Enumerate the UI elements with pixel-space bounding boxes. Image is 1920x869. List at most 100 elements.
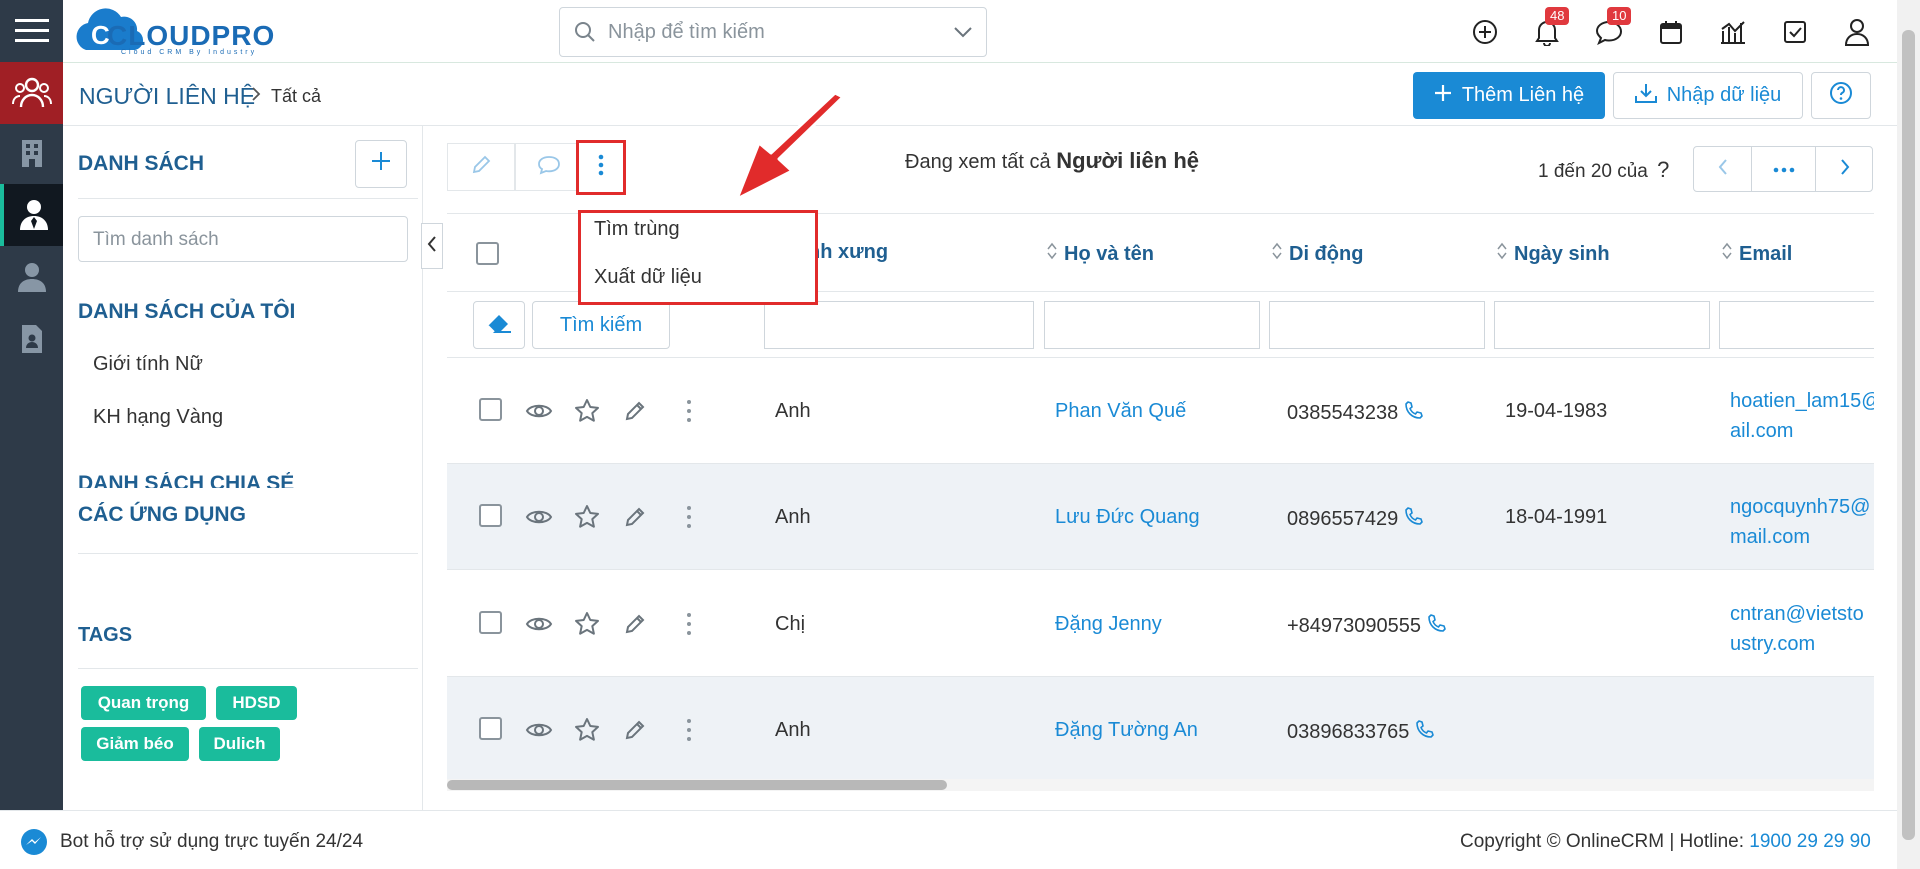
comment-toolbar-button[interactable] bbox=[515, 143, 583, 191]
menu-item-export-data[interactable]: Xuất dữ liệu bbox=[594, 266, 702, 289]
search-filter-button[interactable]: Tìm kiếm bbox=[532, 301, 670, 349]
star-icon[interactable] bbox=[574, 611, 600, 642]
cloudpro-logo[interactable]: C CLOUDPRO Cloud CRM By Industry bbox=[71, 6, 311, 56]
contact-person-icon[interactable] bbox=[0, 184, 63, 246]
eye-icon[interactable] bbox=[525, 507, 553, 532]
filter-name-input[interactable] bbox=[1044, 301, 1260, 349]
phone-icon[interactable] bbox=[1427, 613, 1447, 639]
table-row[interactable]: Anh Phan Văn Quế 0385543238 19-04-1983 hoati… bbox=[447, 358, 1874, 464]
my-list-item[interactable]: KH hạng Vàng bbox=[93, 406, 223, 429]
cell-name-link[interactable]: Đặng Jenny bbox=[1055, 613, 1162, 636]
eye-icon[interactable] bbox=[525, 614, 553, 639]
column-header-salutation[interactable]: nh xưng bbox=[808, 241, 888, 264]
user-icon[interactable] bbox=[0, 246, 63, 308]
cell-email-link[interactable]: ngocquynh75@ mail.com bbox=[1730, 492, 1874, 552]
pencil-icon[interactable] bbox=[623, 718, 647, 747]
pagination-text: 1 đến 20 của bbox=[1538, 161, 1648, 182]
bot-support-text[interactable]: Bot hỗ trợ sử dụng trực tuyến 24/24 bbox=[60, 831, 363, 853]
tag-chip[interactable]: Quan trọng bbox=[81, 686, 206, 720]
global-search-input[interactable]: Nhập để tìm kiếm bbox=[559, 7, 987, 57]
star-icon[interactable] bbox=[574, 504, 600, 535]
table-row[interactable]: Anh Đặng Tường An 03896833765 bbox=[447, 677, 1874, 783]
add-circle-icon[interactable] bbox=[1469, 16, 1501, 48]
phone-icon[interactable] bbox=[1404, 400, 1424, 426]
column-header-name[interactable]: Họ và tên bbox=[1046, 241, 1154, 267]
building-icon[interactable] bbox=[0, 122, 63, 184]
pencil-icon[interactable] bbox=[623, 612, 647, 641]
user-profile-icon[interactable] bbox=[1841, 16, 1873, 48]
clear-filter-button[interactable] bbox=[473, 301, 525, 349]
messenger-icon[interactable] bbox=[20, 828, 48, 862]
chat-icon[interactable]: 10 bbox=[1593, 7, 1632, 48]
collapse-sidebar-button[interactable] bbox=[421, 223, 443, 269]
help-button[interactable] bbox=[1811, 72, 1871, 119]
column-header-mobile[interactable]: Di động bbox=[1271, 241, 1363, 267]
my-list-item[interactable]: Giới tính Nữ bbox=[93, 353, 203, 376]
next-page-button[interactable] bbox=[1816, 147, 1874, 191]
cell-name-link[interactable]: Đặng Tường An bbox=[1055, 719, 1198, 742]
star-icon[interactable] bbox=[574, 717, 600, 748]
eye-icon[interactable] bbox=[525, 401, 553, 426]
hotline-link[interactable]: 1900 29 29 90 bbox=[1749, 831, 1871, 852]
column-header-birthday[interactable]: Ngày sinh bbox=[1496, 241, 1610, 267]
bell-icon[interactable]: 48 bbox=[1531, 7, 1570, 48]
star-icon[interactable] bbox=[574, 398, 600, 429]
add-list-button[interactable] bbox=[355, 140, 407, 188]
row-checkbox[interactable] bbox=[479, 398, 502, 421]
select-all-checkbox[interactable] bbox=[476, 242, 499, 265]
row-checkbox[interactable] bbox=[479, 504, 502, 527]
edit-toolbar-button[interactable] bbox=[447, 143, 515, 191]
pencil-icon[interactable] bbox=[623, 399, 647, 428]
row-more-icon[interactable] bbox=[686, 718, 692, 747]
table-row[interactable]: Chị Đặng Jenny +84973090555 cntran@vietsto u… bbox=[447, 571, 1874, 677]
list-search-input[interactable]: Tìm danh sách bbox=[78, 216, 408, 262]
calendar-icon[interactable] bbox=[1655, 16, 1687, 48]
cell-name-link[interactable]: Phan Văn Quế bbox=[1055, 400, 1186, 423]
pencil-icon[interactable] bbox=[623, 505, 647, 534]
filter-mobile-input[interactable] bbox=[1269, 301, 1485, 349]
plus-icon bbox=[371, 151, 391, 177]
search-filter-label: Tìm kiếm bbox=[559, 313, 643, 336]
cell-name-link[interactable]: Lưu Đức Quang bbox=[1055, 506, 1200, 529]
horizontal-scrollbar[interactable] bbox=[447, 779, 1874, 791]
page-more-button[interactable] bbox=[1752, 147, 1816, 191]
row-more-icon[interactable] bbox=[686, 399, 692, 428]
chevron-down-icon[interactable] bbox=[954, 26, 972, 38]
prev-page-button[interactable] bbox=[1694, 147, 1752, 191]
shared-lists-title: DANH SÁCH CHIA SẺ bbox=[78, 472, 295, 488]
row-more-icon[interactable] bbox=[686, 505, 692, 534]
table-row[interactable]: Anh Lưu Đức Quang 0896557429 18-04-1991 ngoc… bbox=[447, 464, 1874, 570]
sort-icon bbox=[1496, 241, 1508, 267]
row-checkbox[interactable] bbox=[479, 611, 502, 634]
eye-icon[interactable] bbox=[525, 720, 553, 745]
cell-email-link[interactable]: cntran@vietsto ustry.com bbox=[1730, 599, 1874, 659]
breadcrumb-module[interactable]: NGƯỜI LIÊN HỆ bbox=[79, 83, 255, 110]
comment-icon bbox=[537, 154, 561, 181]
filter-email-input[interactable] bbox=[1719, 301, 1874, 349]
filter-birthday-input[interactable] bbox=[1494, 301, 1710, 349]
column-header-email[interactable]: Email bbox=[1721, 241, 1792, 267]
chart-icon[interactable] bbox=[1717, 16, 1749, 48]
add-contact-button[interactable]: Thêm Liên hệ bbox=[1413, 72, 1605, 119]
import-data-button[interactable]: Nhập dữ liệu bbox=[1613, 72, 1803, 119]
filter-salutation-input[interactable] bbox=[764, 301, 1034, 349]
row-more-icon[interactable] bbox=[686, 612, 692, 641]
tag-chip[interactable]: Dulich bbox=[199, 727, 280, 761]
phone-icon[interactable] bbox=[1415, 719, 1435, 745]
document-person-icon[interactable] bbox=[0, 308, 63, 370]
tag-chip[interactable]: HDSD bbox=[216, 686, 297, 720]
task-check-icon[interactable] bbox=[1779, 16, 1811, 48]
scrollbar-thumb[interactable] bbox=[1902, 30, 1915, 840]
viewing-label: Đang xem tất cả Người liên hệ bbox=[905, 148, 1199, 174]
more-actions-button[interactable] bbox=[576, 140, 626, 195]
menu-item-find-duplicates[interactable]: Tìm trùng bbox=[594, 218, 680, 241]
menu-icon[interactable] bbox=[0, 0, 63, 62]
contacts-group-icon[interactable] bbox=[0, 62, 63, 124]
scrollbar-thumb[interactable] bbox=[447, 780, 947, 790]
tag-chip[interactable]: Giảm béo bbox=[81, 727, 189, 761]
import-label: Nhập dữ liệu bbox=[1666, 84, 1782, 106]
vertical-scrollbar[interactable] bbox=[1897, 0, 1920, 869]
cell-email-link[interactable]: hoatien_lam15@ ail.com bbox=[1730, 386, 1874, 446]
phone-icon[interactable] bbox=[1404, 506, 1424, 532]
row-checkbox[interactable] bbox=[479, 717, 502, 740]
